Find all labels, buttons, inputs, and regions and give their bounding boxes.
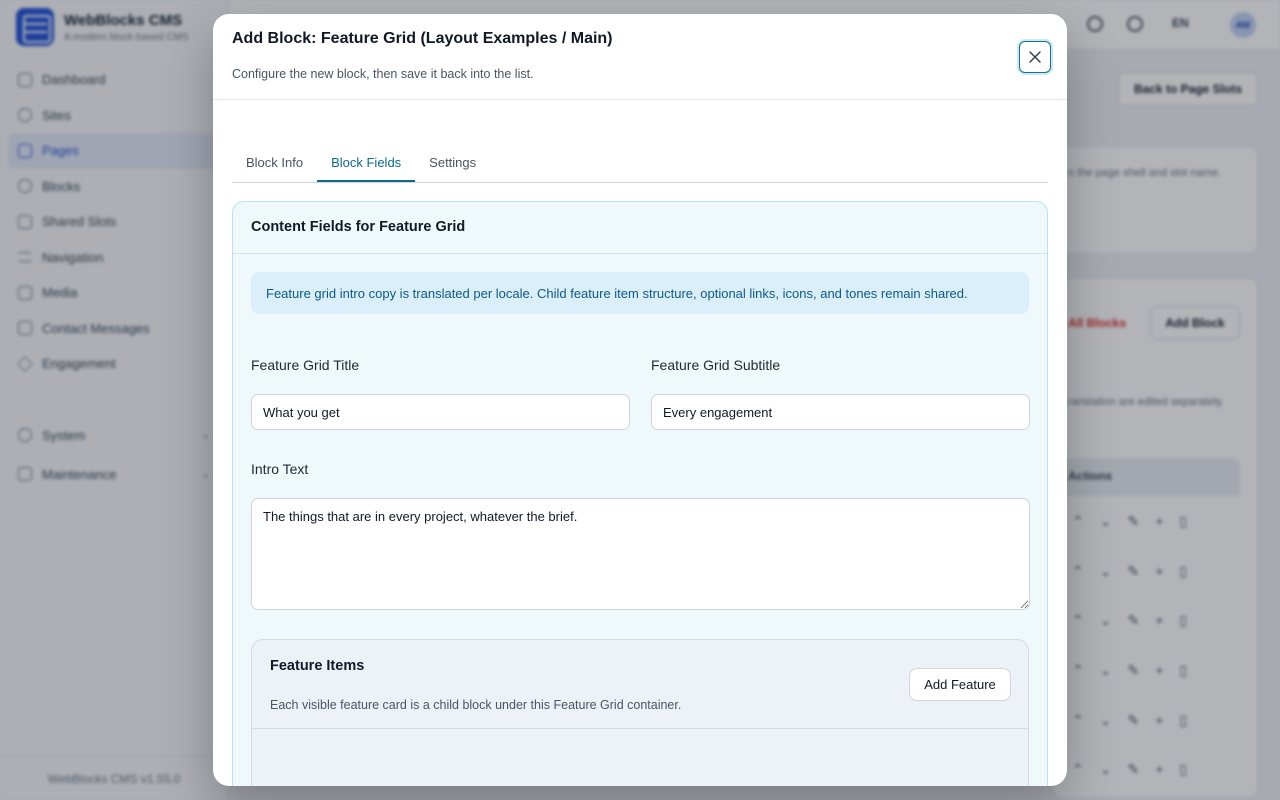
feature-items-card: Feature Items Each visible feature card …	[251, 639, 1029, 786]
modal-header: Add Block: Feature Grid (Layout Examples…	[213, 14, 1067, 100]
feature-grid-subtitle-label: Feature Grid Subtitle	[651, 357, 781, 373]
tab-block-info[interactable]: Block Info	[232, 148, 317, 182]
content-fields-panel: Content Fields for Feature Grid Feature …	[232, 201, 1048, 786]
close-icon	[1029, 51, 1041, 63]
feature-items-title: Feature Items	[270, 658, 365, 674]
feature-grid-title-label: Feature Grid Title	[251, 357, 360, 373]
modal-subtitle: Configure the new block, then save it ba…	[232, 67, 534, 81]
modal-tabs: Block Info Block Fields Settings	[232, 148, 1048, 183]
modal-title: Add Block: Feature Grid (Layout Examples…	[232, 30, 613, 47]
close-button[interactable]	[1019, 41, 1051, 73]
tab-block-fields[interactable]: Block Fields	[317, 148, 416, 182]
feature-grid-subtitle-input[interactable]	[651, 394, 1030, 430]
intro-text-label: Intro Text	[251, 461, 309, 477]
feature-items-divider	[252, 728, 1028, 729]
add-block-modal: Add Block: Feature Grid (Layout Examples…	[213, 14, 1067, 786]
feature-grid-title-input[interactable]	[251, 394, 630, 430]
add-feature-button[interactable]: Add Feature	[909, 668, 1011, 701]
tab-settings[interactable]: Settings	[415, 148, 490, 182]
intro-text-textarea[interactable]: The things that are in every project, wh…	[251, 498, 1030, 610]
panel-title: Content Fields for Feature Grid	[233, 202, 1047, 254]
translation-info-alert: Feature grid intro copy is translated pe…	[251, 272, 1029, 314]
feature-items-description: Each visible feature card is a child blo…	[270, 698, 682, 712]
